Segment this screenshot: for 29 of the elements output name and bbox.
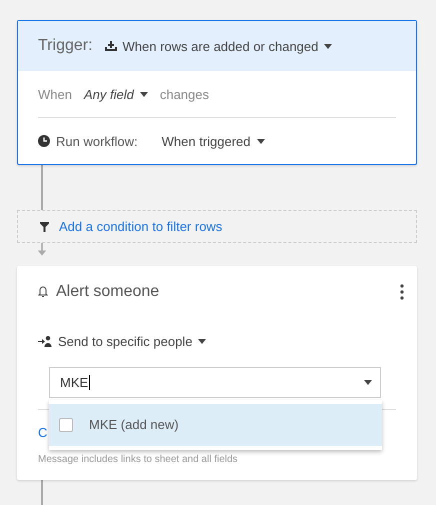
message-note: Message includes links to sheet and all fields bbox=[38, 454, 239, 465]
clock-icon bbox=[38, 135, 50, 147]
run-workflow-dropdown[interactable]: When triggered bbox=[162, 134, 265, 148]
changes-label: changes bbox=[160, 86, 209, 102]
suggestion-option[interactable]: MKE (add new) bbox=[49, 404, 382, 446]
add-condition-link[interactable]: Add a condition to filter rows bbox=[59, 219, 222, 234]
flow-arrow bbox=[37, 243, 47, 257]
caret-icon bbox=[198, 339, 206, 344]
rows-change-icon bbox=[104, 40, 117, 52]
filter-icon bbox=[40, 222, 49, 232]
alert-title: Alert someone bbox=[56, 282, 160, 301]
link[interactable]: C bbox=[38, 424, 48, 440]
option-label: MKE (add new) bbox=[89, 417, 179, 432]
caret-icon bbox=[364, 380, 372, 385]
add-person-icon bbox=[38, 336, 52, 348]
trigger-dropdown[interactable]: When rows are added or changed bbox=[104, 38, 332, 54]
recipient-input[interactable]: MKE bbox=[49, 366, 381, 398]
field-dropdown[interactable]: Any field bbox=[84, 86, 148, 102]
more-icon[interactable] bbox=[400, 284, 404, 300]
caret-icon bbox=[140, 92, 148, 96]
when-label: When bbox=[38, 86, 72, 102]
run-workflow-label: Run workflow: bbox=[56, 134, 138, 148]
caret-icon bbox=[256, 138, 265, 144]
input-text: MKE bbox=[60, 374, 90, 390]
caret-icon bbox=[324, 44, 332, 48]
bell-icon bbox=[38, 286, 48, 298]
recipients-dropdown[interactable]: Send to specific people bbox=[58, 334, 206, 350]
trigger-label: Trigger: bbox=[38, 37, 93, 55]
checkbox[interactable] bbox=[59, 418, 73, 432]
